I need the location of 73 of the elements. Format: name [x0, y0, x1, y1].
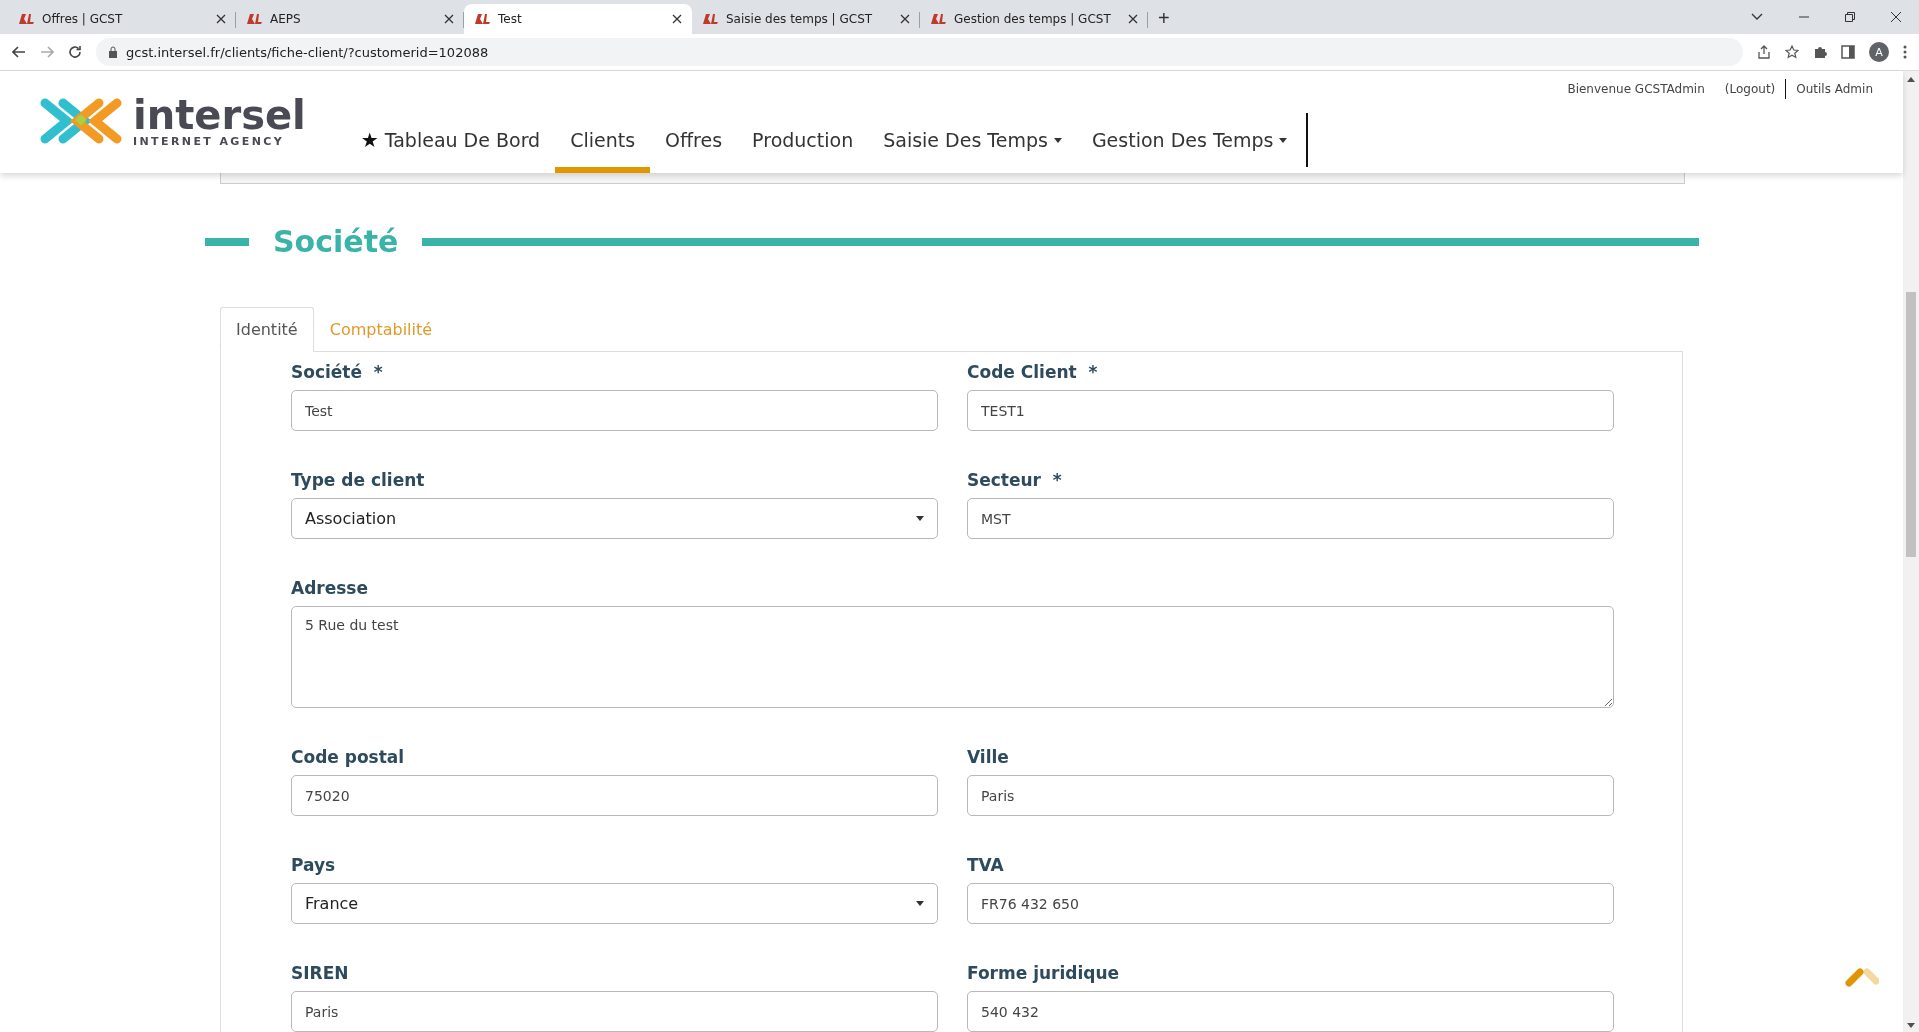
site-favicon-icon	[474, 13, 490, 25]
text-input-field[interactable]: Paris	[291, 991, 938, 1032]
back-arrow-icon[interactable]	[12, 46, 26, 58]
logo-tagline: INTERNET AGENCY	[133, 134, 286, 148]
star-icon[interactable]	[1785, 45, 1799, 59]
close-icon[interactable]	[1891, 12, 1901, 22]
tab-title: Saisie des temps | GCST	[726, 12, 874, 26]
text-input-field[interactable]: 75020	[291, 775, 938, 816]
field-label: Secteur *	[967, 470, 1063, 490]
browser-tab[interactable]: AEPS	[236, 4, 464, 34]
header-link[interactable]: (Logout)	[1714, 82, 1786, 96]
form-tab[interactable]: Identité	[220, 307, 314, 352]
close-icon[interactable]	[900, 14, 910, 24]
nav-link[interactable]: Gestion Des Temps	[1076, 113, 1303, 173]
lock-icon	[108, 46, 118, 58]
nav-link[interactable]: Production	[737, 113, 869, 173]
scroll-down-arrow-icon[interactable]	[1907, 1023, 1915, 1028]
tab-title: AEPS	[270, 12, 302, 26]
text-input-field[interactable]: 540 432	[967, 991, 1614, 1032]
section-title: Société	[273, 224, 399, 259]
field-label: Code Client *	[967, 362, 1099, 382]
puzzle-icon[interactable]	[1813, 45, 1827, 59]
site-favicon-icon	[930, 13, 946, 25]
nav-link[interactable]: Saisie Des Temps	[868, 113, 1077, 173]
scroll-up-arrow-icon[interactable]	[1907, 77, 1915, 82]
address-bar[interactable]: gcst.intersel.fr/clients/fiche-client/?customerid=102088	[96, 38, 1743, 66]
browser-tab[interactable]: Saisie des temps | GCST	[692, 4, 920, 34]
site-favicon-icon	[246, 13, 262, 25]
more-vertical-icon[interactable]	[1903, 45, 1907, 59]
restore-icon[interactable]	[1845, 12, 1855, 22]
tab-title: Test	[498, 12, 523, 26]
close-icon[interactable]	[216, 14, 226, 24]
reload-icon[interactable]	[68, 45, 82, 59]
field-label: Forme juridique	[967, 963, 1121, 983]
field-label: TVA	[967, 855, 1005, 875]
text-input-field[interactable]: TEST1	[967, 390, 1614, 431]
header-link[interactable]: Outils Admin	[1786, 82, 1883, 96]
field-label: Société *	[291, 362, 384, 382]
field-label: Pays	[291, 855, 337, 875]
close-icon[interactable]	[1128, 14, 1138, 24]
field-label: Code postal	[291, 747, 406, 767]
text-input-field[interactable]: MST	[967, 498, 1614, 539]
header-link[interactable]: Bienvenue GCSTAdmin	[1557, 82, 1715, 96]
scrollbar-thumb[interactable]	[1906, 292, 1916, 557]
browser-tab[interactable]: Gestion des temps | GCST	[920, 4, 1148, 34]
browser-tab[interactable]: Test	[464, 4, 692, 34]
close-icon[interactable]	[672, 14, 682, 24]
select-dropdown[interactable]: Association	[291, 498, 938, 539]
caret-down-icon	[916, 516, 924, 521]
field-label: SIREN	[291, 963, 350, 983]
tab-title: Gestion des temps | GCST	[954, 12, 1112, 26]
close-icon[interactable]	[444, 14, 454, 24]
site-favicon-icon	[18, 13, 34, 25]
field-label: Ville	[967, 747, 1010, 767]
new-tab-button[interactable]: +	[1158, 7, 1170, 30]
nav-link[interactable]: Offres	[650, 113, 738, 173]
field-label: Adresse	[291, 578, 369, 598]
site-favicon-icon	[702, 13, 718, 25]
field-label: Type de client	[291, 470, 426, 490]
profile-avatar[interactable]: A	[1869, 42, 1889, 62]
select-dropdown[interactable]: France	[291, 883, 938, 924]
address-textarea[interactable]: 5 Rue du test	[291, 606, 1614, 708]
nav-link[interactable]: ★ Tableau De Bord	[345, 113, 556, 173]
text-input-field[interactable]: Paris	[967, 775, 1614, 816]
caret-down-icon	[916, 901, 924, 906]
share-icon[interactable]	[1757, 45, 1771, 59]
side-panel-icon[interactable]	[1841, 45, 1855, 59]
text-input-field[interactable]: Test	[291, 390, 938, 431]
browser-tab[interactable]: Offres | GCST	[8, 4, 236, 34]
text-input-field[interactable]: FR76 432 650	[967, 883, 1614, 924]
logo-wordmark: intersel	[133, 94, 306, 135]
chevron-down-icon[interactable]	[1751, 13, 1763, 21]
tab-title: Offres | GCST	[42, 12, 124, 26]
